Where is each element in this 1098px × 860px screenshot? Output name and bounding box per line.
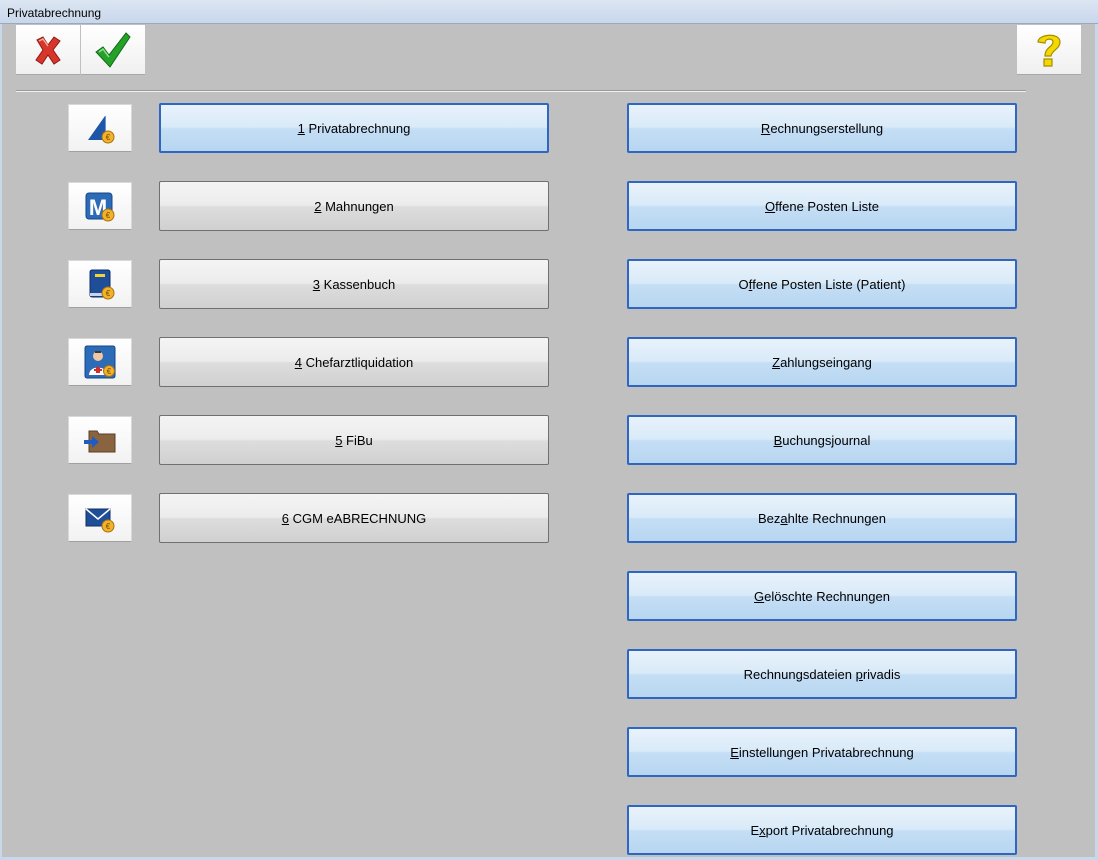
document-euro-icon: € xyxy=(88,116,115,144)
eabrechnung-icon-tile[interactable]: € xyxy=(68,494,132,542)
label-hotkey: E xyxy=(730,744,739,760)
button-label: CGM eABRECHNUNG xyxy=(288,510,427,526)
bezahlte-rechnungen-button[interactable]: Bez a hlte Rechnungen xyxy=(627,493,1017,543)
label-post: uchungsjournal xyxy=(782,432,871,448)
label-post: elöschte Rechnungen xyxy=(764,588,890,604)
label-post: instellungen Privatabrechnung xyxy=(738,744,914,760)
button-label: Kassenbuch xyxy=(320,276,396,292)
chefarztliquidation-button[interactable]: 4 Chefarztliquidation xyxy=(159,337,549,387)
window-title: Privatabrechnung xyxy=(7,6,102,20)
label-post: port Privatabrechnung xyxy=(765,822,894,838)
green-check-icon xyxy=(95,31,131,68)
export-privatabrechnung-button[interactable]: Ex port Privatabrechnung xyxy=(627,805,1017,855)
cgm-eabrechnung-button[interactable]: 6 CGM eABRECHNUNG xyxy=(159,493,549,543)
red-x-icon xyxy=(35,35,61,65)
privatabrechnung-button[interactable]: 1 Privatabrechnung xyxy=(159,103,549,153)
folder-arrow-icon xyxy=(84,430,116,453)
label-post: echnungserstellung xyxy=(770,120,884,136)
button-label: Mahnungen xyxy=(321,198,394,214)
label-hotkey: B xyxy=(773,432,783,448)
buchungsjournal-button[interactable]: Buchungsjournal xyxy=(627,415,1017,465)
privatabrechnung-icon-tile[interactable]: € xyxy=(68,104,132,152)
toolbar-divider xyxy=(16,90,1026,92)
ok-button[interactable] xyxy=(81,25,145,75)
window-titlebar: Privatabrechnung xyxy=(0,0,1098,24)
svg-text:€: € xyxy=(106,211,111,220)
offene-posten-liste-patient-button[interactable]: Of fene Posten Liste (Patient) xyxy=(627,259,1017,309)
button-hotkey: 3 xyxy=(312,276,321,292)
chefarztliquidation-icon-tile[interactable]: € xyxy=(68,338,132,386)
button-label: Privatabrechnung xyxy=(304,120,411,136)
svg-text:€: € xyxy=(107,367,112,376)
rechnungserstellung-button[interactable]: Rechnungserstellung xyxy=(627,103,1017,153)
label-post: ffene Posten Liste xyxy=(775,198,879,214)
button-hotkey: 2 xyxy=(314,198,322,214)
label-hotkey: O xyxy=(765,198,776,214)
label-pre: O xyxy=(738,276,749,292)
label-hotkey: Z xyxy=(772,354,781,370)
label-hotkey: p xyxy=(855,666,863,682)
yellow-question-icon xyxy=(1037,34,1061,67)
button-hotkey: 4 xyxy=(294,354,302,370)
cancel-button[interactable] xyxy=(16,25,80,75)
rechnungsdateien-privadis-button[interactable]: Rechnungsdateien p rivadis xyxy=(627,649,1017,699)
label-post: ahlungseingang xyxy=(780,354,872,370)
fibu-icon-tile[interactable] xyxy=(68,416,132,464)
fibu-button[interactable]: 5 FiBu xyxy=(159,415,549,465)
svg-text:€: € xyxy=(106,133,111,142)
svg-text:€: € xyxy=(106,522,111,531)
help-button[interactable] xyxy=(1017,25,1081,75)
offene-posten-liste-button[interactable]: Offene Posten Liste xyxy=(627,181,1017,231)
label-hotkey: a xyxy=(780,510,788,526)
mahnung-m-euro-icon: M € xyxy=(85,192,115,222)
geloeschte-rechnungen-button[interactable]: Gelöschte Rechnungen xyxy=(627,571,1017,621)
button-hotkey: 6 xyxy=(281,510,289,526)
button-label: Chefarztliquidation xyxy=(301,354,414,370)
mahnungen-icon-tile[interactable]: M € xyxy=(68,182,132,230)
label-post: rivadis xyxy=(862,666,901,682)
mahnungen-button[interactable]: 2 Mahnungen xyxy=(159,181,549,231)
button-label: FiBu xyxy=(342,432,373,448)
label-pre: Rechnungsdateien xyxy=(743,666,856,682)
window-frame-left xyxy=(0,24,2,860)
label-hotkey: G xyxy=(754,588,765,604)
zahlungseingang-button[interactable]: Zahlungseingang xyxy=(627,337,1017,387)
label-hotkey: R xyxy=(760,120,771,136)
button-hotkey: 1 xyxy=(297,120,305,136)
button-hotkey: 5 xyxy=(335,432,343,448)
kassenbuch-button[interactable]: 3 Kassenbuch xyxy=(159,259,549,309)
kassenbuch-icon-tile[interactable]: € xyxy=(68,260,132,308)
label-post: hlte Rechnungen xyxy=(787,510,886,526)
envelope-euro-icon: € xyxy=(85,508,115,533)
doctor-euro-icon: € xyxy=(84,345,116,379)
svg-text:€: € xyxy=(106,289,111,298)
label-post: fene Posten Liste (Patient) xyxy=(752,276,906,292)
einstellungen-privatabrechnung-button[interactable]: Einstellungen Privatabrechnung xyxy=(627,727,1017,777)
cashbook-euro-icon: € xyxy=(89,269,115,300)
label-pre: E xyxy=(750,822,760,838)
label-pre: Bez xyxy=(758,510,781,526)
